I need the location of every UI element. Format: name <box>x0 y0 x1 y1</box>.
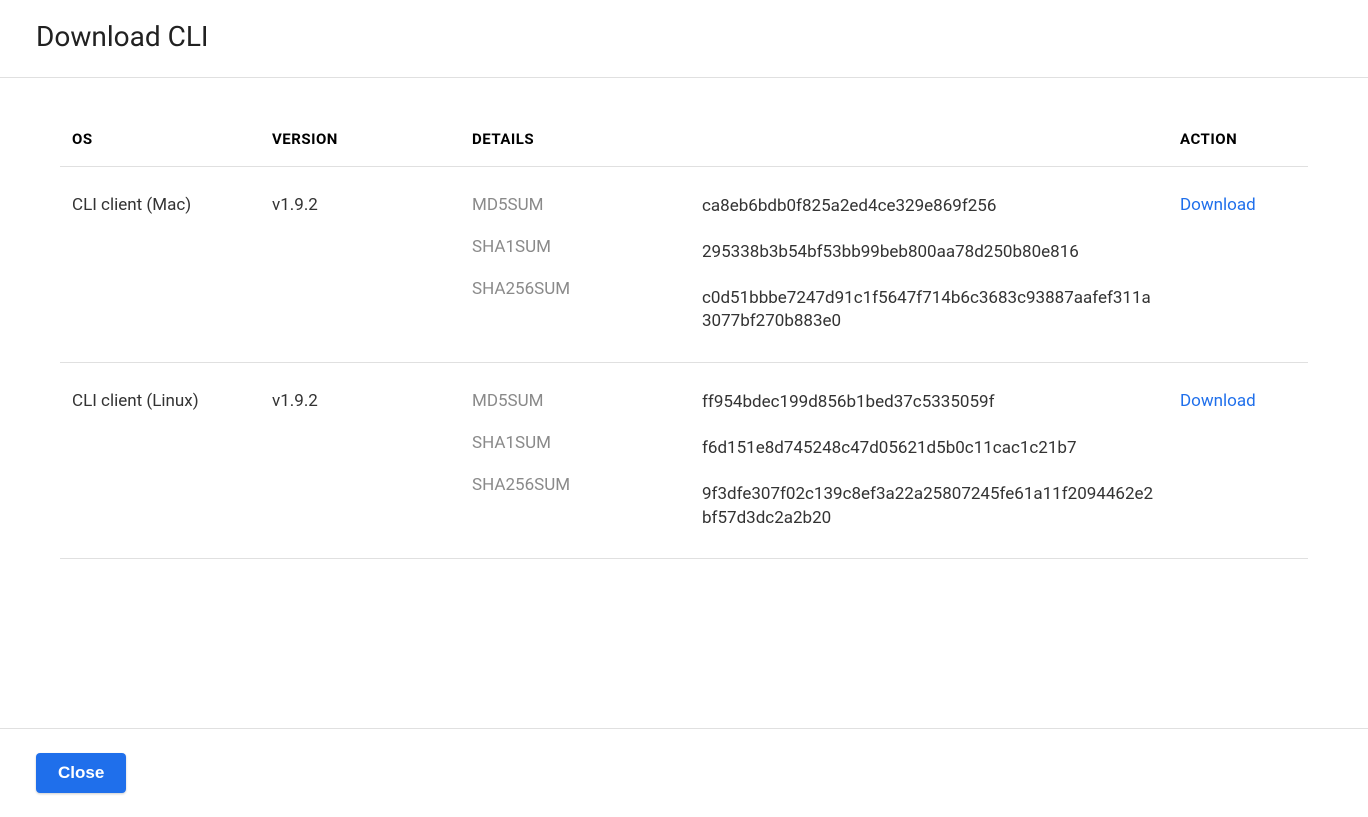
download-table: OS VERSION DETAILS ACTION CLI client (Ma… <box>60 78 1308 559</box>
col-header-action: ACTION <box>1168 78 1308 167</box>
checksum-label: SHA1SUM <box>472 237 678 279</box>
download-link[interactable]: Download <box>1180 195 1256 215</box>
action-cell: Download <box>1168 363 1308 559</box>
checksum-labels-cell: MD5SUM SHA1SUM SHA256SUM <box>460 167 690 363</box>
checksum-value: ff954bdec199d856b1bed37c5335059f <box>702 391 1156 437</box>
checksum-label: MD5SUM <box>472 195 678 237</box>
checksum-labels-cell: MD5SUM SHA1SUM SHA256SUM <box>460 363 690 559</box>
col-header-os: OS <box>60 78 260 167</box>
table-row: CLI client (Linux) v1.9.2 MD5SUM SHA1SUM… <box>60 363 1308 559</box>
col-header-details-value <box>690 78 1168 167</box>
checksum-label: SHA1SUM <box>472 433 678 475</box>
table-row: CLI client (Mac) v1.9.2 MD5SUM SHA1SUM S… <box>60 167 1308 363</box>
os-cell: CLI client (Mac) <box>60 167 260 363</box>
checksum-label: MD5SUM <box>472 391 678 433</box>
checksum-values-cell: ca8eb6bdb0f825a2ed4ce329e869f256 295338b… <box>690 167 1168 363</box>
version-cell: v1.9.2 <box>260 363 460 559</box>
checksum-label: SHA256SUM <box>472 475 678 495</box>
checksum-value: f6d151e8d745248c47d05621d5b0c11cac1c21b7 <box>702 437 1156 483</box>
checksum-value: 295338b3b54bf53bb99beb800aa78d250b80e816 <box>702 241 1156 287</box>
modal-title: Download CLI <box>36 20 1332 53</box>
checksum-value: c0d51bbbe7247d91c1f5647f714b6c3683c93887… <box>702 287 1156 335</box>
modal-header: Download CLI <box>0 0 1368 78</box>
close-button[interactable]: Close <box>36 753 126 793</box>
col-header-version: VERSION <box>260 78 460 167</box>
version-cell: v1.9.2 <box>260 167 460 363</box>
modal-footer: Close <box>0 728 1368 817</box>
checksum-values-cell: ff954bdec199d856b1bed37c5335059f f6d151e… <box>690 363 1168 559</box>
checksum-label: SHA256SUM <box>472 279 678 299</box>
checksum-value: 9f3dfe307f02c139c8ef3a22a25807245fe61a11… <box>702 483 1156 531</box>
action-cell: Download <box>1168 167 1308 363</box>
checksum-value: ca8eb6bdb0f825a2ed4ce329e869f256 <box>702 195 1156 241</box>
os-cell: CLI client (Linux) <box>60 363 260 559</box>
col-header-details: DETAILS <box>460 78 690 167</box>
modal-body: OS VERSION DETAILS ACTION CLI client (Ma… <box>0 78 1368 728</box>
download-link[interactable]: Download <box>1180 391 1256 411</box>
